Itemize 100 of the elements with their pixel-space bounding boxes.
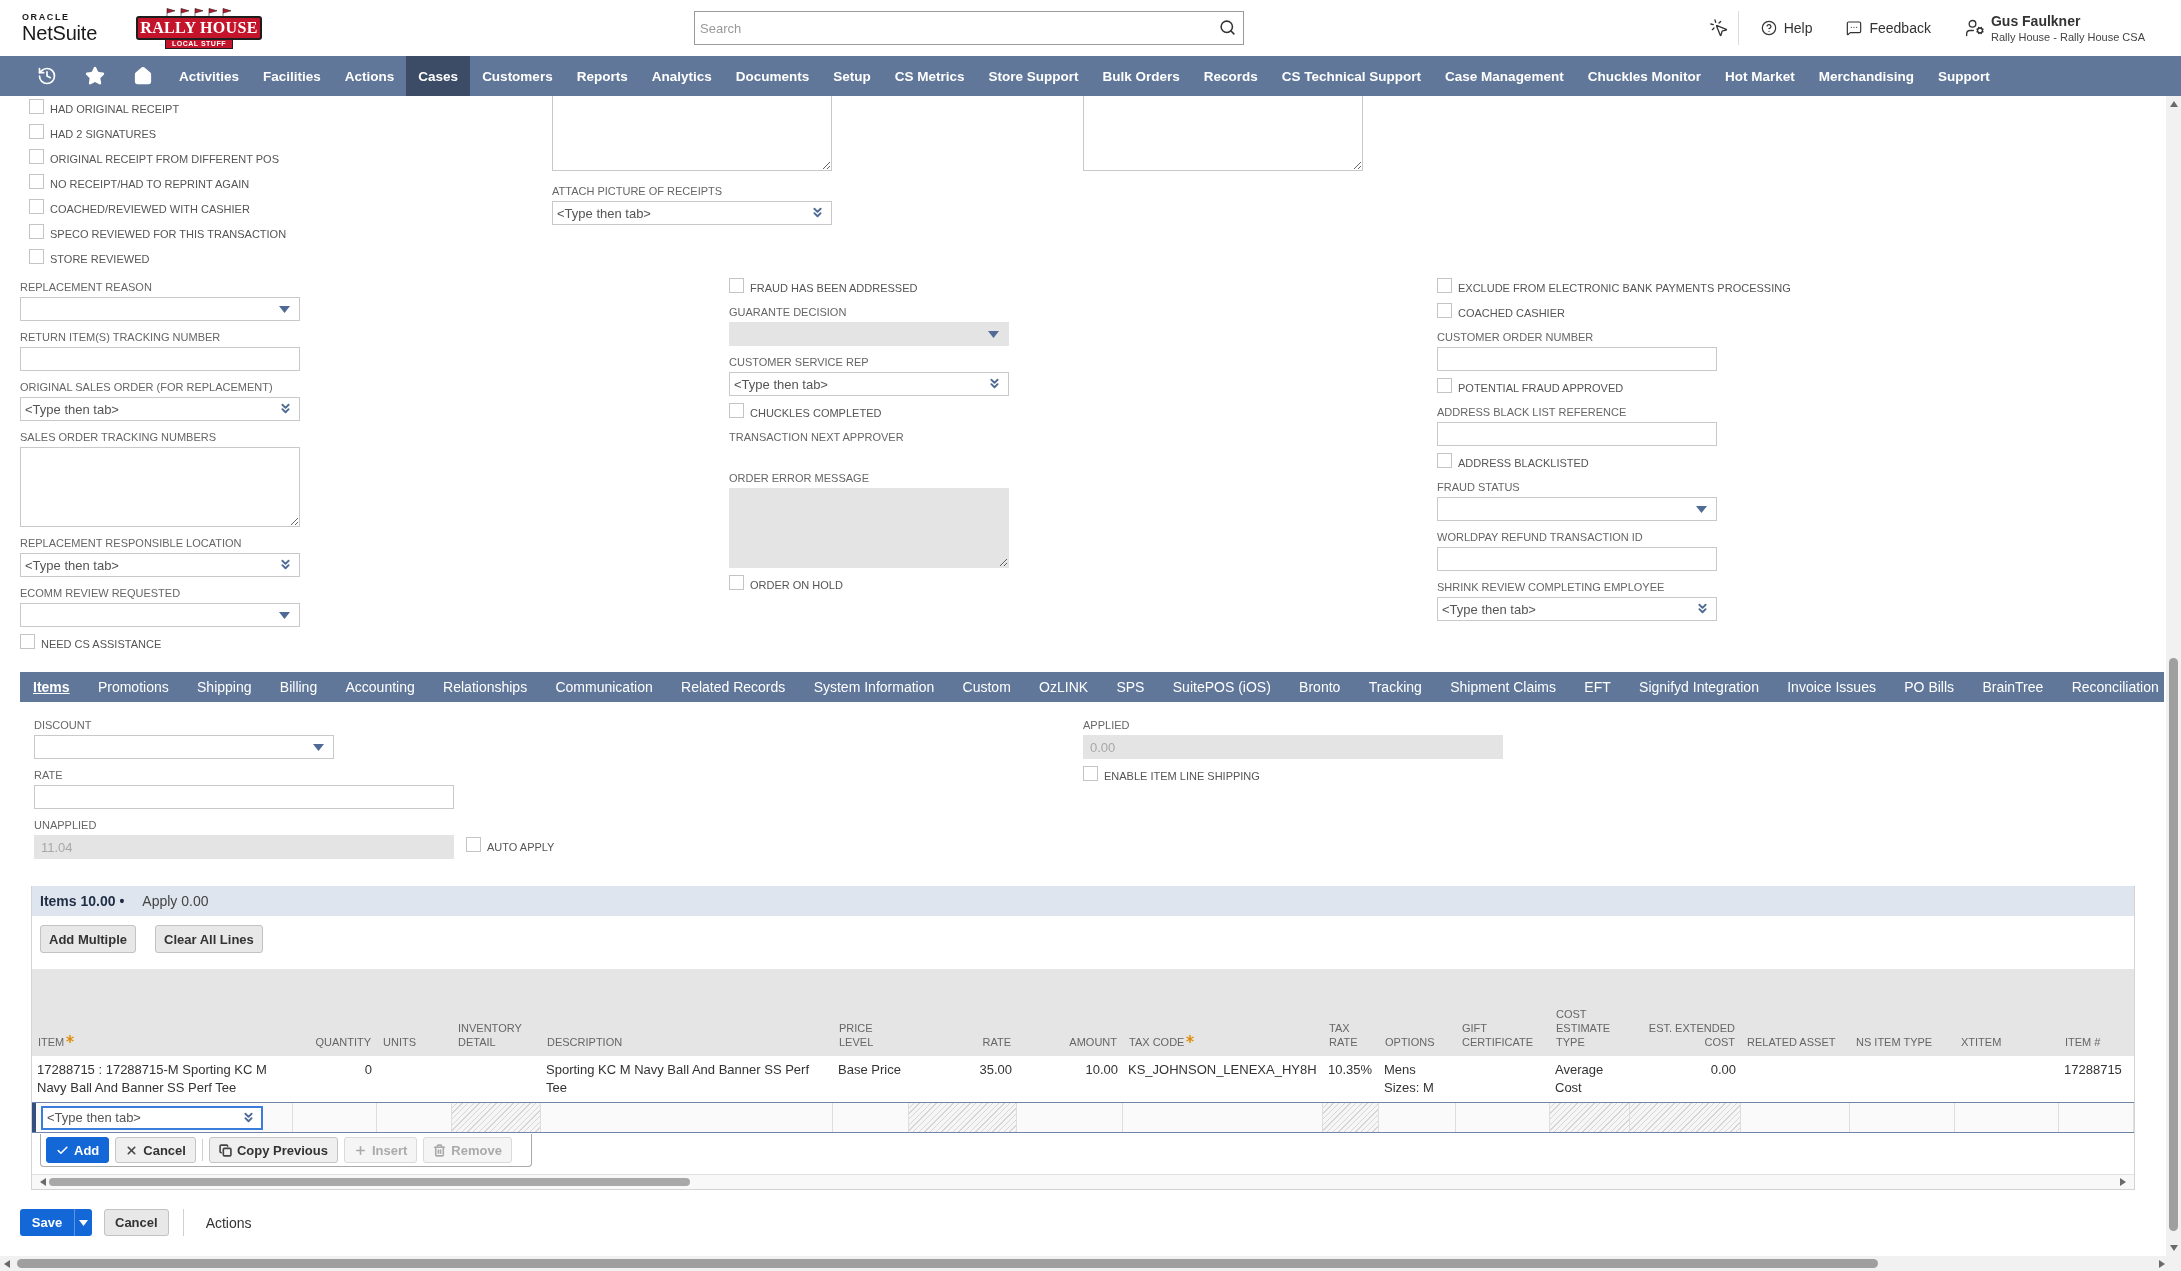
save-menu-button[interactable] [74,1209,92,1236]
dropdown-field[interactable] [1437,497,1717,521]
line-field[interactable] [833,1103,909,1132]
subtab[interactable]: PO Bills [1904,679,1955,695]
nav-menu-item[interactable]: Chuckles Monitor [1575,56,1713,96]
nav-menu-item[interactable]: Actions [332,56,407,96]
textarea-field[interactable] [1083,96,1363,171]
down-arrow-icon[interactable] [2169,1245,2178,1251]
cancel-line-button[interactable]: Cancel [115,1137,196,1163]
text-field[interactable] [34,785,454,809]
subtab[interactable]: SPS [1116,679,1145,695]
lookup-field[interactable]: <Type then tab> [729,372,1009,396]
nav-menu-item[interactable]: CS Metrics [882,56,977,96]
line-field[interactable] [2059,1103,2134,1132]
subtab[interactable]: Relationships [443,679,528,695]
nav-menu-item[interactable]: Store Support [976,56,1091,96]
nav-menu-item[interactable]: Merchandising [1806,56,1926,96]
nav-menu-item[interactable]: Facilities [251,56,333,96]
sublist-button[interactable]: Clear All Lines [155,925,263,953]
right-arrow-icon[interactable] [2120,1178,2126,1186]
lookup-field[interactable]: <Type then tab> [1437,597,1717,621]
subtab[interactable]: BrainTree [1982,679,2044,695]
subtab[interactable]: Related Records [681,679,786,695]
star-icon[interactable] [85,66,105,86]
checkbox[interactable] [29,123,44,139]
nav-menu-item[interactable]: Activities [167,56,252,96]
checkbox[interactable] [1437,377,1452,393]
scrollbar-thumb[interactable] [2169,658,2178,1231]
nav-menu-item[interactable]: Support [1925,56,2002,96]
text-field[interactable] [1437,422,1717,446]
subtab[interactable]: Shipment Claims [1450,679,1556,695]
lookup-field[interactable]: <Type then tab> [41,1105,263,1130]
vertical-scrollbar[interactable] [2166,96,2181,1256]
subtab[interactable]: Communication [555,679,653,695]
save-button[interactable]: Save [20,1209,74,1236]
line-field[interactable] [1955,1103,2059,1132]
scrollbar-thumb[interactable] [17,1259,1878,1268]
nav-menu-item[interactable]: Records [1191,56,1270,96]
nav-menu-item[interactable]: Customers [470,56,565,96]
horizontal-scrollbar[interactable] [0,1256,2181,1271]
nav-menu-item[interactable]: Documents [723,56,822,96]
checkbox[interactable] [29,223,44,239]
checkbox[interactable] [729,574,744,590]
line-field[interactable] [1850,1103,1955,1132]
textarea-field[interactable] [552,96,832,171]
checkbox[interactable] [1083,765,1098,781]
text-field[interactable] [20,347,300,371]
subtab[interactable]: Invoice Issues [1787,679,1876,695]
line-field[interactable] [377,1103,452,1132]
actions-menu[interactable]: Actions [205,1214,252,1231]
line-field[interactable] [1741,1103,1850,1132]
dropdown-field[interactable] [20,297,300,321]
lookup-field[interactable]: <Type then tab> [552,201,832,225]
table-scrollbar[interactable] [32,1174,2134,1189]
search-icon[interactable] [1219,19,1236,36]
subtab[interactable]: Signifyd Integration [1639,679,1759,695]
line-field[interactable] [293,1103,377,1132]
history-icon[interactable] [37,66,57,86]
pointer-click-icon[interactable] [1708,18,1729,38]
checkbox[interactable] [729,402,744,418]
checkbox[interactable] [29,98,44,114]
subtab[interactable]: EFT [1584,679,1611,695]
sublist-tab[interactable]: Apply 0.00 [142,893,209,909]
scrollbar-thumb[interactable] [49,1178,690,1186]
checkbox[interactable] [1437,277,1452,293]
nav-menu-item[interactable]: Bulk Orders [1090,56,1192,96]
home-icon[interactable] [133,66,153,86]
left-arrow-icon[interactable] [40,1178,46,1186]
nav-menu-item[interactable]: Setup [821,56,883,96]
subtab[interactable]: SuitePOS (iOS) [1172,679,1271,695]
line-field[interactable] [1123,1103,1323,1132]
nav-menu-item[interactable]: Cases [406,56,471,96]
checkbox[interactable] [29,148,44,164]
checkbox[interactable] [29,198,44,214]
add-line-button[interactable]: Add [46,1137,110,1163]
subtab[interactable]: Accounting [345,679,415,695]
help-link[interactable]: Help [1760,20,1813,36]
dropdown-field[interactable] [34,735,334,759]
search-field[interactable]: Search [694,11,1244,45]
subtab[interactable]: Tracking [1368,679,1422,695]
nav-menu-item[interactable]: CS Technical Support [1269,56,1434,96]
left-arrow-icon[interactable] [4,1259,10,1268]
subtab[interactable]: Reconciliation [2071,679,2159,695]
copy-previous-button[interactable]: Copy Previous [208,1137,338,1163]
textarea-field[interactable] [20,447,300,527]
lookup-field[interactable]: <Type then tab> [20,553,300,577]
checkbox[interactable] [729,277,744,293]
subtab[interactable]: Bronto [1299,679,1341,695]
up-arrow-icon[interactable] [2169,101,2178,107]
checkbox[interactable] [29,248,44,264]
nav-menu-item[interactable]: Case Management [1433,56,1576,96]
subtab[interactable]: Items [33,679,70,695]
subtab[interactable]: Shipping [197,679,252,695]
dropdown-field[interactable] [20,603,300,627]
line-field[interactable] [1456,1103,1550,1132]
feedback-link[interactable]: Feedback [1846,20,1931,36]
subtab[interactable]: Billing [279,679,318,695]
cancel-button[interactable]: Cancel [104,1209,169,1236]
checkbox[interactable] [29,173,44,189]
right-arrow-icon[interactable] [2159,1259,2165,1268]
